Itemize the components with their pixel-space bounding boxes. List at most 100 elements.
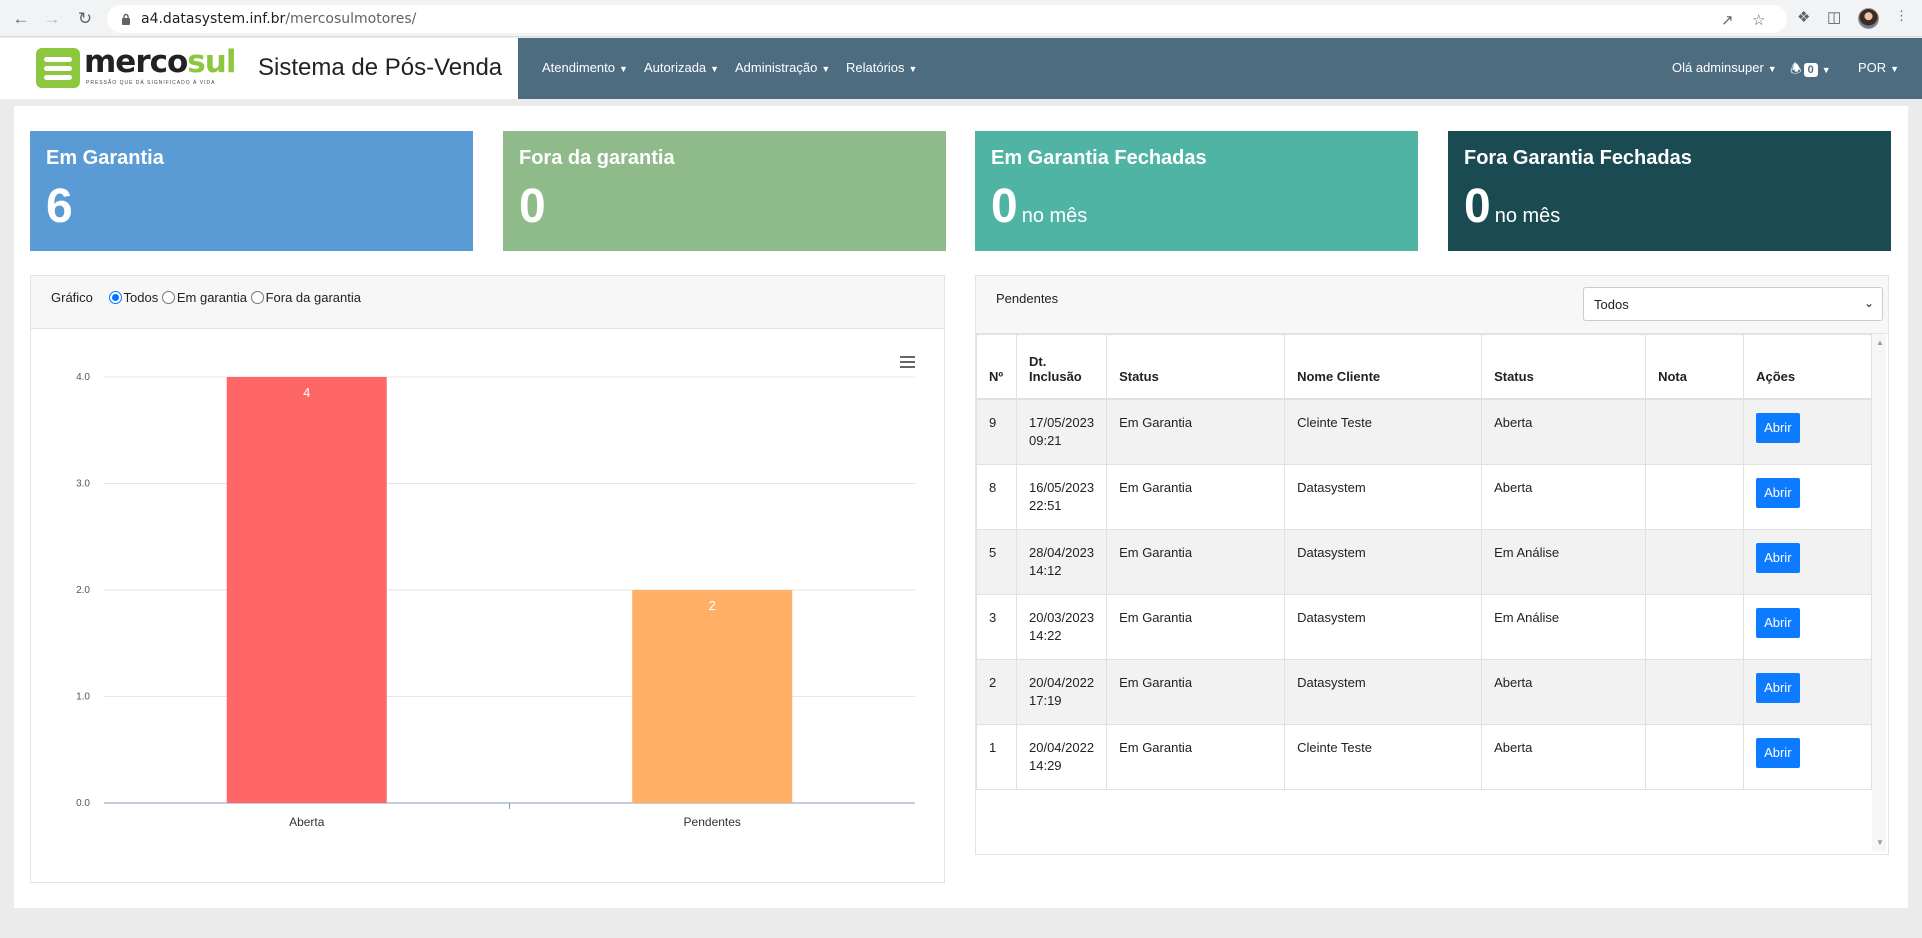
card-fora-garantia-fechadas: Fora Garantia Fechadas 0 no mês <box>1448 131 1891 251</box>
open-button[interactable]: Abrir <box>1756 737 1800 768</box>
table-row: 9 17/05/2023 09:21 Em Garantia Cleinte Teste… <box>976 398 1872 465</box>
time-text: 14:12 <box>1029 562 1062 578</box>
y-tick-label: 0.0 <box>76 798 90 809</box>
address-bar[interactable]: a4.datasystem.inf.br/mercosulmotores/ ↗ … <box>107 5 1787 33</box>
browser-menu-icon[interactable]: ⋮ <box>1895 8 1908 24</box>
radio-label: Em garantia <box>176 290 247 305</box>
nav-autorizada[interactable]: Autorizada ▼ <box>644 60 719 75</box>
scroll-up-icon[interactable]: ▲ <box>1876 338 1884 347</box>
cell-date: 16/05/2023 22:51 <box>1015 463 1108 530</box>
logo-tagline: PRESSÃO QUE DÁ SIGNIFICADO À VIDA <box>86 80 216 86</box>
pending-table-body: 9 17/05/2023 09:21 Em Garantia Cleinte Teste… <box>976 398 1872 790</box>
card-title: Fora Garantia Fechadas <box>1464 147 1692 169</box>
cell-client: Datasystem <box>1284 463 1483 530</box>
cell-number: 5 <box>976 528 1017 595</box>
card-suffix: no mês <box>1021 205 1088 227</box>
chevron-down-icon: ⌄ <box>1863 296 1874 310</box>
table-scrollbar[interactable]: ▲ ▼ <box>1872 334 1886 851</box>
pending-filter-select[interactable]: Todos ⌄ <box>1583 287 1883 321</box>
time-text: 17:19 <box>1029 692 1062 708</box>
caret-down-icon: ▼ <box>1890 64 1900 74</box>
nav-atendimento[interactable]: Atendimento ▼ <box>542 60 628 75</box>
radio-label: Fora da garantia <box>265 290 361 305</box>
open-button[interactable]: Abrir <box>1756 542 1800 573</box>
caret-down-icon: ▼ <box>1821 65 1831 75</box>
radio-em-garantia[interactable]: Em garantia <box>161 290 247 305</box>
mercosul-logo[interactable]: mercosul PRESSÃO QUE DÁ SIGNIFICADO À VI… <box>36 44 236 88</box>
cell-date: 20/03/2023 14:22 <box>1015 593 1108 660</box>
x-category-label: Pendentes <box>684 815 741 829</box>
nav-label: Administração <box>735 60 818 75</box>
column-header[interactable]: Dt. Inclusão <box>1015 334 1108 400</box>
cell-note <box>1645 593 1745 660</box>
cell-actions: Abrir <box>1743 398 1872 465</box>
column-header[interactable]: Ações <box>1743 334 1872 400</box>
side-panel-icon[interactable]: ◫ <box>1827 8 1841 26</box>
user-menu[interactable]: Olá adminsuper ▼ <box>1672 60 1777 75</box>
card-em-garantia-fechadas: Em Garantia Fechadas 0 no mês <box>975 131 1418 251</box>
time-text: 22:51 <box>1029 497 1062 513</box>
back-arrow-icon[interactable]: ← <box>10 8 32 30</box>
notifications-menu[interactable]: 🕭 0 ▼ <box>1790 60 1831 82</box>
column-header[interactable]: Nota <box>1645 334 1745 400</box>
table-row: 8 16/05/2023 22:51 Em Garantia Datasystem Abe… <box>976 463 1872 530</box>
radio-todos[interactable]: Todos <box>108 290 158 305</box>
column-header[interactable]: Nº <box>976 334 1017 400</box>
card-title: Fora da garantia <box>519 147 675 169</box>
cell-actions: Abrir <box>1743 723 1872 790</box>
nav-label: Autorizada <box>644 60 707 75</box>
cell-note <box>1645 723 1745 790</box>
lock-icon <box>122 13 130 25</box>
select-value: Todos <box>1594 297 1629 312</box>
nav-label: Atendimento <box>542 60 615 75</box>
open-button[interactable]: Abrir <box>1756 412 1800 443</box>
system-title: Sistema de Pós-Venda <box>258 54 503 81</box>
browser-toolbar: ← → ↻ a4.datasystem.inf.br/mercosulmotor… <box>0 0 1922 37</box>
radio-fora-garantia[interactable]: Fora da garantia <box>250 290 361 305</box>
card-number: 6 <box>46 180 73 233</box>
cell-number: 3 <box>976 593 1017 660</box>
cell-status: Em Garantia <box>1106 723 1286 790</box>
nav-relatorios[interactable]: Relatórios ▼ <box>846 60 917 75</box>
radio-unchecked-icon <box>250 291 264 304</box>
extensions-puzzle-icon[interactable]: ❖ <box>1797 8 1810 26</box>
main-navbar: Atendimento ▼ Autorizada ▼ Administração ▼ … <box>518 38 1922 99</box>
bar-aberta <box>226 377 387 803</box>
profile-avatar[interactable] <box>1858 8 1879 29</box>
open-button[interactable]: Abrir <box>1756 672 1800 703</box>
date-text: 16/05/2023 <box>1029 479 1095 495</box>
column-header[interactable]: Status <box>1481 334 1647 400</box>
cell-date: 17/05/2023 09:21 <box>1015 398 1108 465</box>
card-value: 6 <box>46 179 73 234</box>
cell-actions: Abrir <box>1743 593 1872 660</box>
cell-status: Em Garantia <box>1106 593 1286 660</box>
date-text: 20/04/2022 <box>1029 674 1095 690</box>
y-tick-label: 2.0 <box>76 585 90 596</box>
card-title: Em Garantia <box>46 147 164 169</box>
cell-client: Datasystem <box>1284 658 1483 725</box>
radio-checked-icon <box>108 291 122 304</box>
open-button[interactable]: Abrir <box>1756 607 1800 638</box>
bookmark-star-icon[interactable]: ☆ <box>1752 11 1765 29</box>
scroll-down-icon[interactable]: ▼ <box>1876 838 1884 847</box>
cell-status: Em Garantia <box>1106 398 1286 465</box>
reload-icon[interactable]: ↻ <box>74 8 96 30</box>
column-header[interactable]: Nome Cliente <box>1284 334 1483 400</box>
open-button[interactable]: Abrir <box>1756 477 1800 508</box>
caret-down-icon: ▼ <box>619 64 628 74</box>
column-header[interactable]: Status <box>1106 334 1286 400</box>
table-header-row: Nº Dt. Inclusão Status Nome Cliente Statu… <box>976 334 1872 400</box>
cell-note <box>1645 463 1745 530</box>
card-title: Em Garantia Fechadas <box>991 147 1207 169</box>
share-icon[interactable]: ↗ <box>1721 11 1734 29</box>
cell-client: Cleinte Teste <box>1284 398 1483 465</box>
pending-title: Pendentes <box>996 291 1059 306</box>
chart-panel: Gráfico Todos Em garantia Fora da garant… <box>30 275 945 883</box>
logo-text: mercosul <box>84 44 236 80</box>
nav-administracao[interactable]: Administração ▼ <box>735 60 830 75</box>
forward-arrow-icon[interactable]: → <box>41 8 63 30</box>
language-menu[interactable]: POR ▼ <box>1858 60 1899 75</box>
cell-state: Aberta <box>1481 658 1647 725</box>
cell-date: 28/04/2023 14:12 <box>1015 528 1108 595</box>
notifications-badge: 0 <box>1803 63 1818 77</box>
